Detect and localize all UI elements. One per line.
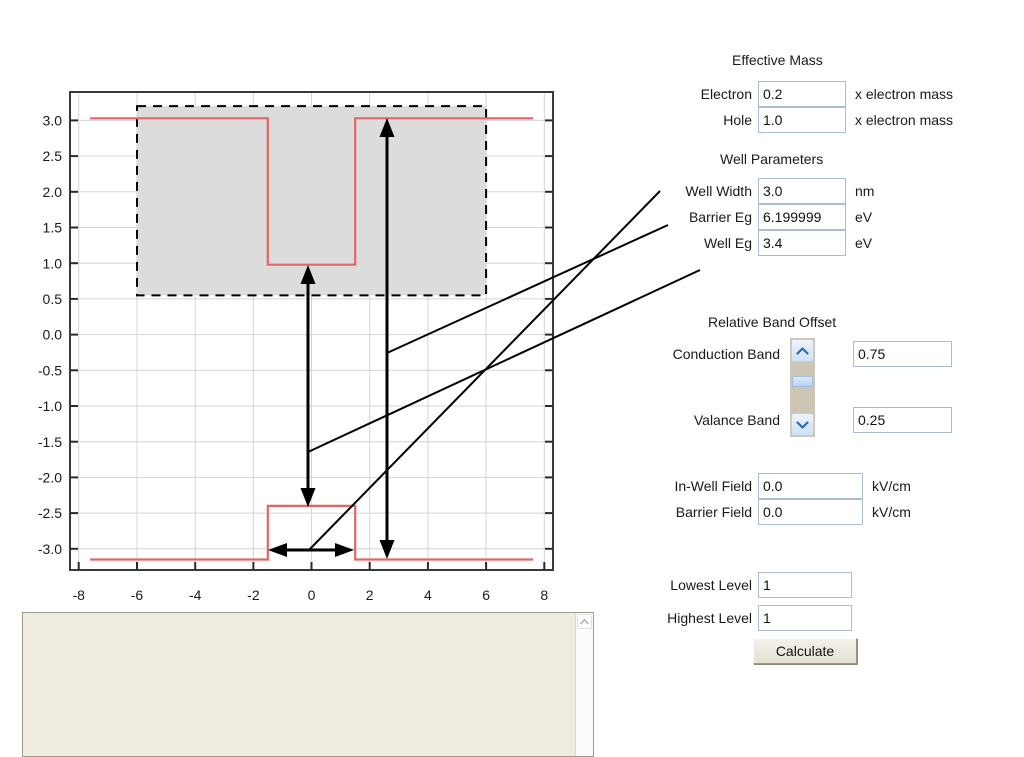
row-barrier-eg: Barrier Eg eV <box>600 204 1024 230</box>
y-tick-label: 1.5 <box>43 220 63 236</box>
section-title-relative-band-offset: Relative Band Offset <box>708 314 837 330</box>
x-tick-label: -4 <box>189 587 202 603</box>
x-tick-label: 2 <box>366 587 374 603</box>
row-well-eg: Well Eg eV <box>600 230 1024 256</box>
label-barrier-field: Barrier Field <box>675 504 752 520</box>
x-tick-label: 4 <box>424 587 432 603</box>
chevron-up-icon[interactable] <box>577 614 592 629</box>
chevron-up-glyph <box>796 346 809 355</box>
label-lowest-level: Lowest Level <box>670 577 752 593</box>
y-tick-label: -1.0 <box>38 398 62 414</box>
y-tick-label: 3.0 <box>43 113 63 129</box>
label-electron: Electron <box>700 86 752 102</box>
y-tick-label: 1.0 <box>43 255 63 271</box>
y-tick-label: -2.5 <box>38 505 62 521</box>
chevron-up-icon[interactable] <box>791 339 814 362</box>
row-lowest-level: Lowest Level <box>600 572 1024 598</box>
conduction-band-offset-input[interactable] <box>853 341 952 367</box>
parameters-panel: Effective Mass Electron x electron mass … <box>600 0 1024 757</box>
unit-electron-mass: x electron mass <box>855 86 954 102</box>
x-tick-label: -6 <box>131 587 144 603</box>
row-electron-mass: Electron x electron mass <box>600 81 1024 107</box>
label-valance-band: Valance Band <box>693 412 780 428</box>
barrier-region-fill <box>137 106 487 296</box>
section-title-effective-mass: Effective Mass <box>732 52 823 68</box>
label-hole: Hole <box>723 112 752 128</box>
label-barrier-eg: Barrier Eg <box>688 209 752 225</box>
y-tick-label: -1.5 <box>38 434 62 450</box>
row-hole-mass: Hole x electron mass <box>600 107 1024 133</box>
unit-barrier-field: kV/cm <box>872 504 911 520</box>
label-in-well-field: In-Well Field <box>674 478 752 494</box>
row-well-width: Well Width nm <box>600 178 1024 204</box>
band-offset-slider[interactable] <box>790 338 815 437</box>
in-well-field-input[interactable] <box>758 473 863 499</box>
y-tick-label: -3.0 <box>38 541 62 557</box>
band-diagram-plot: 3.0 2.5 2.0 1.5 1.0 0.5 0.0 -0.5 -1.0 -1… <box>0 0 600 610</box>
y-tick-label: 2.0 <box>43 184 63 200</box>
x-axis-tick-labels: -8 -6 -4 -2 0 2 4 6 8 <box>72 587 548 603</box>
hole-mass-input[interactable] <box>758 107 846 133</box>
lowest-level-input[interactable] <box>758 572 852 598</box>
x-tick-label: -8 <box>72 587 85 603</box>
row-in-well-field: In-Well Field kV/cm <box>600 473 1024 499</box>
label-conduction-band: Conduction Band <box>672 346 780 362</box>
y-tick-label: -2.0 <box>38 470 62 486</box>
well-eg-input[interactable] <box>758 230 846 256</box>
x-tick-label: 6 <box>482 587 490 603</box>
label-well-width: Well Width <box>685 183 752 199</box>
chevron-down-glyph <box>796 420 809 429</box>
unit-well-width: nm <box>855 183 875 199</box>
barrier-field-input[interactable] <box>758 499 863 525</box>
section-title-well-parameters: Well Parameters <box>720 151 824 167</box>
highest-level-input[interactable] <box>758 605 852 631</box>
unit-hole-mass: x electron mass <box>855 112 954 128</box>
output-console-scrollbar[interactable] <box>575 613 594 756</box>
row-highest-level: Highest Level <box>600 605 1024 631</box>
electron-mass-input[interactable] <box>758 81 846 107</box>
barrier-eg-input[interactable] <box>758 204 846 230</box>
label-highest-level: Highest Level <box>667 610 752 626</box>
chevron-up-glyph <box>580 618 589 625</box>
output-console-text[interactable] <box>23 613 575 756</box>
band-diagram-svg: 3.0 2.5 2.0 1.5 1.0 0.5 0.0 -0.5 -1.0 -1… <box>38 91 554 603</box>
y-tick-label: 2.5 <box>43 148 63 164</box>
y-axis-tick-labels: 3.0 2.5 2.0 1.5 1.0 0.5 0.0 -0.5 -1.0 -1… <box>38 113 62 557</box>
row-barrier-field: Barrier Field kV/cm <box>600 499 1024 525</box>
chevron-down-icon[interactable] <box>791 413 814 436</box>
unit-in-well-field: kV/cm <box>872 478 911 494</box>
x-tick-label: 8 <box>540 587 548 603</box>
x-tick-label: -2 <box>247 587 260 603</box>
unit-well-eg: eV <box>855 235 873 251</box>
y-tick-label: -0.5 <box>38 362 62 378</box>
y-tick-label: 0.0 <box>43 327 63 343</box>
output-console-panel[interactable] <box>22 612 594 757</box>
x-tick-label: 0 <box>308 587 316 603</box>
calculate-button[interactable]: Calculate <box>753 638 857 664</box>
valance-band-offset-input[interactable] <box>853 407 952 433</box>
y-tick-label: 0.5 <box>43 291 63 307</box>
label-well-eg: Well Eg <box>704 235 752 251</box>
well-width-input[interactable] <box>758 178 846 204</box>
slider-thumb[interactable] <box>792 376 813 387</box>
unit-barrier-eg: eV <box>855 209 873 225</box>
